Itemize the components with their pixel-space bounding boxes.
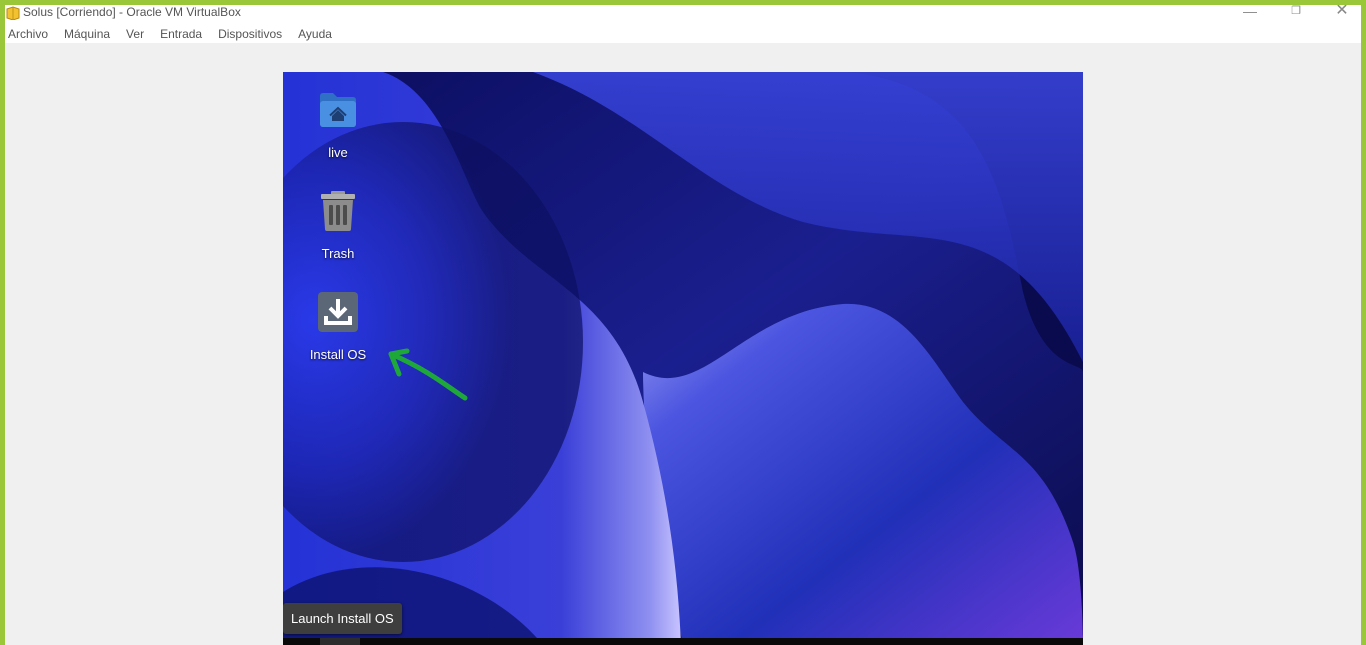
restore-button[interactable]: ❐ — [1273, 5, 1319, 21]
menu-archivo[interactable]: Archivo — [5, 25, 56, 43]
desktop-icon-live[interactable]: live — [293, 88, 383, 160]
virtualbox-window: Solus [Corriendo] - Oracle VM VirtualBox… — [5, 5, 1361, 645]
minimize-button[interactable]: — — [1227, 5, 1273, 21]
menu-ver[interactable]: Ver — [123, 25, 152, 43]
virtualbox-app-icon — [6, 6, 20, 20]
menu-bar: Archivo Máquina Ver Entrada Dispositivos… — [5, 25, 1361, 43]
trash-icon — [321, 191, 355, 231]
close-button[interactable]: ✕ — [1319, 5, 1361, 21]
menu-maquina[interactable]: Máquina — [61, 25, 118, 43]
desktop-icon-trash[interactable]: Trash — [293, 189, 383, 261]
desktop-icon-install-os[interactable]: Install OS — [293, 290, 383, 362]
title-bar[interactable]: Solus [Corriendo] - Oracle VM VirtualBox… — [5, 5, 1361, 25]
install-download-icon — [318, 292, 358, 332]
desktop-wallpaper — [283, 72, 1083, 645]
home-folder-icon — [320, 93, 356, 127]
window-title: Solus [Corriendo] - Oracle VM VirtualBox — [23, 5, 241, 19]
vm-display[interactable]: live Trash Install OS Launch Install OS — [283, 72, 1083, 645]
desktop-icon-label: live — [328, 145, 348, 160]
launch-tooltip: Launch Install OS — [283, 603, 402, 634]
menu-dispositivos[interactable]: Dispositivos — [215, 25, 290, 43]
menu-entrada[interactable]: Entrada — [157, 25, 210, 43]
desktop-icon-label: Install OS — [309, 347, 367, 362]
desktop-icon-label: Trash — [321, 246, 355, 261]
panel-launcher[interactable] — [320, 638, 360, 645]
desktop-panel — [283, 638, 1083, 645]
menu-ayuda[interactable]: Ayuda — [295, 25, 340, 43]
